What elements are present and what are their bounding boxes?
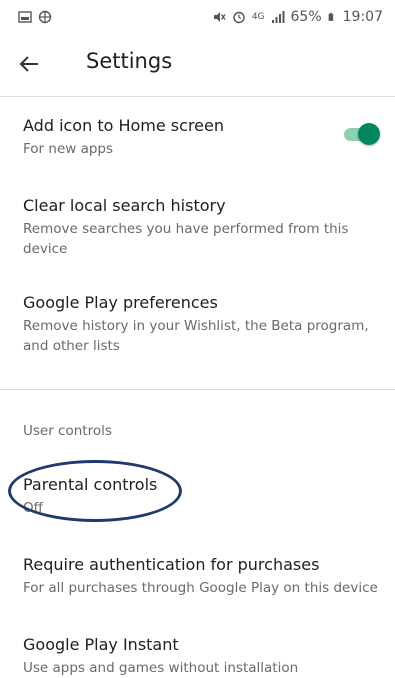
setting-title: Google Play Instant — [23, 635, 179, 654]
app-bar: Settings — [0, 34, 395, 94]
section-header-user-controls: User controls — [23, 423, 112, 439]
status-right: 4G 65% 19:07 — [212, 9, 383, 25]
status-bar: 4G 65% 19:07 — [0, 0, 395, 34]
image-icon — [18, 11, 32, 23]
setting-title: Add icon to Home screen — [23, 116, 224, 135]
section-divider — [0, 389, 395, 390]
battery-percent: 65% — [290, 9, 322, 25]
setting-require-authentication[interactable]: Require authentication for purchases For… — [23, 554, 378, 598]
setting-title: Require authentication for purchases — [23, 555, 320, 574]
setting-subtitle: For all purchases through Google Play on… — [23, 580, 378, 596]
setting-google-play-instant[interactable]: Google Play Instant Use apps and games w… — [23, 634, 378, 678]
setting-subtitle: Remove history in your Wishlist, the Bet… — [23, 318, 369, 354]
setting-add-icon-home-screen[interactable]: Add icon to Home screen For new apps — [23, 115, 378, 159]
setting-title: Clear local search history — [23, 196, 226, 215]
network-type: 4G — [251, 12, 265, 22]
toggle-knob — [358, 123, 380, 145]
setting-subtitle: For new apps — [23, 141, 114, 157]
setting-google-play-preferences[interactable]: Google Play preferences Remove history i… — [23, 292, 378, 356]
signal-icon — [271, 11, 285, 23]
page-title: Settings — [86, 49, 173, 73]
setting-subtitle: Remove searches you have performed from … — [23, 221, 349, 257]
setting-title: Google Play preferences — [23, 293, 218, 312]
battery-icon — [328, 12, 333, 21]
setting-clear-search-history[interactable]: Clear local search history Remove search… — [23, 195, 378, 259]
alarm-icon — [233, 11, 245, 24]
back-arrow-icon[interactable] — [18, 52, 42, 76]
appbar-divider — [0, 96, 395, 97]
mute-icon — [213, 12, 226, 22]
globe-icon — [38, 10, 52, 24]
highlight-ellipse — [8, 460, 182, 522]
status-left — [18, 10, 52, 24]
add-icon-toggle[interactable] — [342, 121, 382, 147]
setting-subtitle: Use apps and games without installation — [23, 660, 299, 676]
clock: 19:07 — [342, 9, 383, 25]
